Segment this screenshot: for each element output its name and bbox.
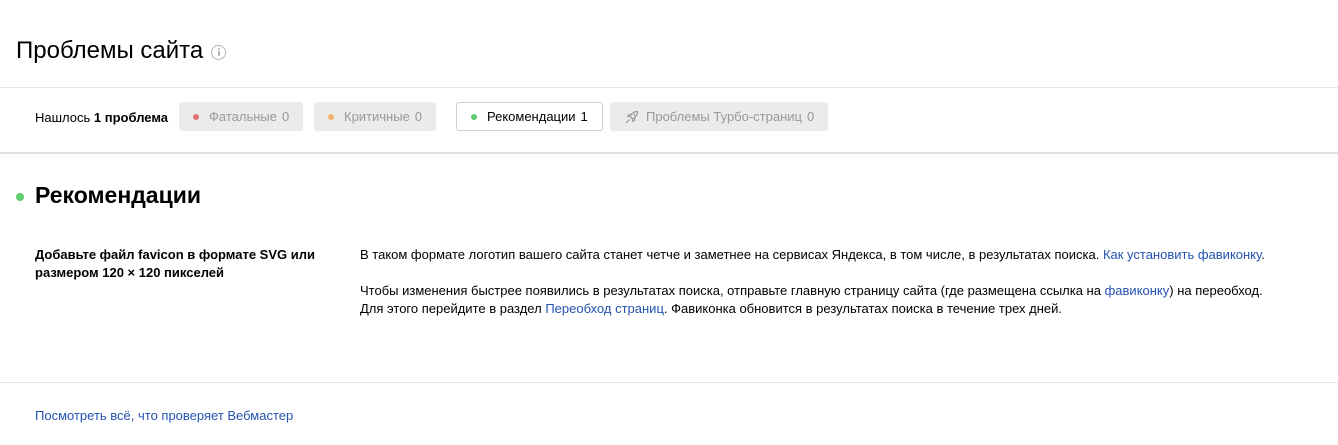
recommendation-paragraph-1: В таком формате логотип вашего сайта ста… [360, 247, 1265, 262]
fatal-dot-icon [193, 113, 199, 120]
recommendation-paragraph-2: Чтобы изменения быстрее появились в резу… [360, 283, 1263, 316]
recommendations-dot-icon [471, 113, 477, 120]
problem-filters: Нашлось 1 проблема Фатальные 0 Критичные… [0, 88, 1338, 154]
rocket-icon [625, 110, 639, 123]
page-title: Проблемы сайта [16, 36, 227, 66]
recommendations-status-dot [16, 193, 24, 201]
filter-recommendations-label: Рекомендации [487, 109, 576, 124]
page-header: Проблемы сайта [0, 0, 1338, 88]
how-to-install-favicon-link[interactable]: Как установить фавиконку [1103, 247, 1261, 262]
page-title-text: Проблемы сайта [16, 37, 204, 64]
filter-fatal-count: 0 [281, 109, 290, 124]
recrawl-pages-link[interactable]: Переобход страниц [545, 301, 664, 316]
info-circle-icon[interactable] [211, 44, 227, 60]
filter-fatal-label: Фатальные [209, 109, 277, 124]
found-count-label: Нашлось 1 проблема [35, 110, 169, 125]
filter-critical-label: Критичные [344, 109, 410, 124]
recommendation-title: Добавьте файл favicon в формате SVG или … [35, 247, 315, 280]
found-count: 1 проблема [93, 110, 169, 125]
critical-dot-icon [328, 113, 334, 120]
filter-recommendations-button[interactable]: Рекомендации 1 [456, 102, 603, 131]
recommendation-description: В таком формате логотип вашего сайта ста… [360, 246, 1280, 336]
filter-turbo-label: Проблемы Турбо-страниц [646, 109, 802, 124]
filter-critical-button[interactable]: Критичные 0 [314, 102, 437, 131]
filter-fatal-button[interactable]: Фатальные 0 [179, 102, 304, 131]
filter-turbo-count: 0 [806, 109, 815, 124]
favicon-link[interactable]: фавиконку [1105, 283, 1170, 298]
filter-recommendations-count: 1 [580, 109, 588, 124]
filter-turbo-button[interactable]: Проблемы Турбо-страниц 0 [610, 102, 829, 131]
footer: Посмотреть всё, что проверяет Вебмастер [0, 382, 1338, 445]
filter-critical-count: 0 [414, 109, 423, 124]
section-title: Рекомендации [35, 182, 202, 208]
view-all-checks-link[interactable]: Посмотреть всё, что проверяет Вебмастер [35, 407, 293, 425]
